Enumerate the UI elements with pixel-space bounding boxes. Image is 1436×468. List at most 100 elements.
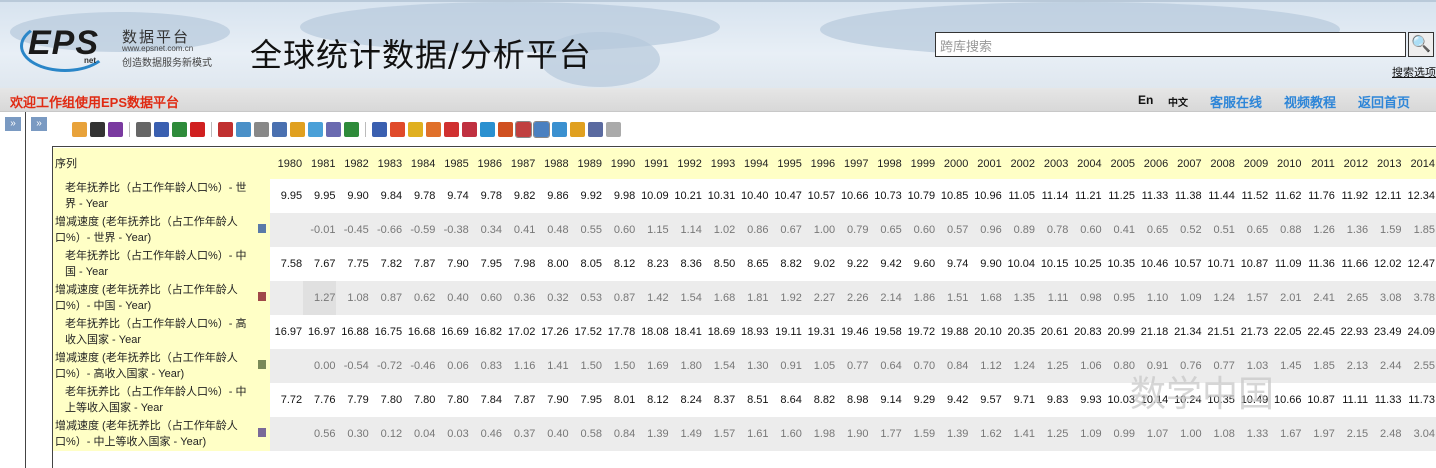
value-cell[interactable]: 11.21 — [1069, 179, 1103, 213]
value-cell[interactable]: 2.44 — [1369, 349, 1403, 383]
value-cell[interactable]: 2.01 — [1269, 281, 1303, 315]
value-cell[interactable]: 18.41 — [669, 315, 703, 349]
value-cell[interactable]: 0.40 — [536, 417, 570, 451]
value-cell[interactable]: 10.35 — [1202, 383, 1236, 417]
area-chart-icon[interactable] — [462, 122, 477, 137]
year-header[interactable]: 1984 — [403, 148, 437, 179]
value-cell[interactable]: 1.57 — [1235, 281, 1270, 315]
value-cell[interactable]: 1.10 — [1135, 281, 1170, 315]
value-cell[interactable]: 0.95 — [1102, 281, 1136, 315]
report-icon[interactable] — [588, 122, 603, 137]
value-cell[interactable]: 17.78 — [602, 315, 637, 349]
column-chart-icon[interactable] — [426, 122, 441, 137]
value-cell[interactable]: 2.14 — [869, 281, 903, 315]
value-cell[interactable]: 9.74 — [936, 247, 970, 281]
value-cell[interactable]: 0.57 — [936, 213, 970, 247]
copy-icon[interactable] — [236, 122, 251, 137]
value-cell[interactable]: 1.06 — [1069, 349, 1103, 383]
save-icon[interactable] — [90, 122, 105, 137]
value-cell[interactable]: 1.67 — [1269, 417, 1303, 451]
value-cell[interactable]: 8.23 — [636, 247, 670, 281]
year-header[interactable]: 2012 — [1335, 148, 1370, 179]
value-cell[interactable]: 0.70 — [902, 349, 937, 383]
value-cell[interactable]: 2.48 — [1369, 417, 1403, 451]
export-pdf-icon[interactable] — [190, 122, 205, 137]
value-cell[interactable]: 8.24 — [669, 383, 703, 417]
value-cell[interactable]: -0.38 — [436, 213, 470, 247]
value-cell[interactable]: 19.88 — [936, 315, 970, 349]
row-label[interactable]: 增减速度 (老年抚养比（占工作年龄人口%）- 中国 - Year) — [53, 281, 254, 315]
value-cell[interactable]: 7.75 — [336, 247, 370, 281]
value-cell[interactable]: 10.87 — [1235, 247, 1270, 281]
value-cell[interactable]: 8.36 — [669, 247, 703, 281]
value-cell[interactable]: -0.66 — [369, 213, 404, 247]
year-header[interactable]: 2004 — [1069, 148, 1103, 179]
value-cell[interactable]: 1.45 — [1269, 349, 1303, 383]
stacked-bar-icon[interactable] — [444, 122, 459, 137]
year-header[interactable]: 1999 — [902, 148, 937, 179]
value-cell[interactable]: 1.54 — [669, 281, 703, 315]
value-cell[interactable]: 0.00 — [303, 349, 337, 383]
value-cell[interactable]: 1.54 — [702, 349, 737, 383]
year-header[interactable]: 2009 — [1235, 148, 1270, 179]
value-cell[interactable]: 10.66 — [836, 179, 870, 213]
value-cell[interactable]: 9.90 — [969, 247, 1003, 281]
year-header[interactable]: 1992 — [669, 148, 703, 179]
value-cell[interactable]: 9.42 — [936, 383, 970, 417]
value-cell[interactable]: 9.84 — [369, 179, 404, 213]
year-header[interactable]: 2006 — [1135, 148, 1170, 179]
value-cell[interactable]: 17.02 — [503, 315, 537, 349]
value-cell[interactable]: 10.47 — [769, 179, 803, 213]
year-header[interactable]: 1994 — [736, 148, 770, 179]
value-cell[interactable]: 0.34 — [469, 213, 504, 247]
value-cell[interactable]: 9.22 — [836, 247, 870, 281]
value-cell[interactable]: 2.13 — [1335, 349, 1370, 383]
value-cell[interactable]: 1.60 — [769, 417, 803, 451]
value-cell[interactable]: 8.51 — [736, 383, 770, 417]
value-cell[interactable]: 0.89 — [1002, 213, 1037, 247]
value-cell[interactable]: 9.83 — [1036, 383, 1070, 417]
value-cell[interactable]: 10.57 — [802, 179, 837, 213]
value-cell[interactable]: 12.34 — [1402, 179, 1436, 213]
value-cell[interactable]: 0.79 — [836, 213, 870, 247]
year-header[interactable]: 2007 — [1169, 148, 1203, 179]
value-cell[interactable]: 1.09 — [1069, 417, 1103, 451]
value-cell[interactable]: 17.26 — [536, 315, 570, 349]
row-label[interactable]: 老年抚养比（占工作年龄人口%）- 中国 - Year — [53, 247, 254, 281]
year-header[interactable]: 2005 — [1102, 148, 1136, 179]
value-cell[interactable]: 0.84 — [936, 349, 970, 383]
value-cell[interactable]: 7.95 — [469, 247, 504, 281]
value-cell[interactable]: 10.09 — [636, 179, 670, 213]
print-icon[interactable] — [136, 122, 151, 137]
value-cell[interactable]: 0.91 — [769, 349, 803, 383]
year-header[interactable]: 2002 — [1002, 148, 1037, 179]
value-cell[interactable]: 0.55 — [569, 213, 603, 247]
value-cell[interactable]: 8.12 — [602, 247, 637, 281]
value-cell[interactable]: 1.62 — [969, 417, 1003, 451]
value-cell[interactable]: 16.82 — [469, 315, 504, 349]
expand-sidebar-button[interactable]: » — [5, 117, 21, 131]
pie-chart-icon[interactable] — [480, 122, 495, 137]
row-label[interactable]: 老年抚养比（占工作年龄人口%）- 高收入国家 - Year — [53, 315, 254, 349]
value-cell[interactable]: 1.26 — [1302, 213, 1336, 247]
value-cell[interactable]: 0.80 — [1102, 349, 1136, 383]
year-header[interactable]: 1995 — [769, 148, 803, 179]
value-cell[interactable]: 10.40 — [736, 179, 770, 213]
value-cell[interactable]: 8.01 — [602, 383, 637, 417]
value-cell[interactable]: 1.15 — [636, 213, 670, 247]
value-cell[interactable]: 8.82 — [802, 383, 837, 417]
value-cell[interactable]: 1.77 — [869, 417, 903, 451]
value-cell[interactable]: 0.32 — [536, 281, 570, 315]
value-cell[interactable]: 7.95 — [569, 383, 603, 417]
year-header[interactable]: 1985 — [436, 148, 470, 179]
value-cell[interactable] — [269, 281, 304, 315]
value-cell[interactable]: 9.78 — [403, 179, 437, 213]
value-cell[interactable]: 1.14 — [669, 213, 703, 247]
value-cell[interactable]: 18.93 — [736, 315, 770, 349]
value-cell[interactable]: 1.41 — [536, 349, 570, 383]
import-icon[interactable] — [72, 122, 87, 137]
value-cell[interactable]: 19.58 — [869, 315, 903, 349]
value-cell[interactable]: 1.00 — [1169, 417, 1203, 451]
value-cell[interactable]: -0.45 — [336, 213, 370, 247]
value-cell[interactable]: 0.03 — [436, 417, 470, 451]
